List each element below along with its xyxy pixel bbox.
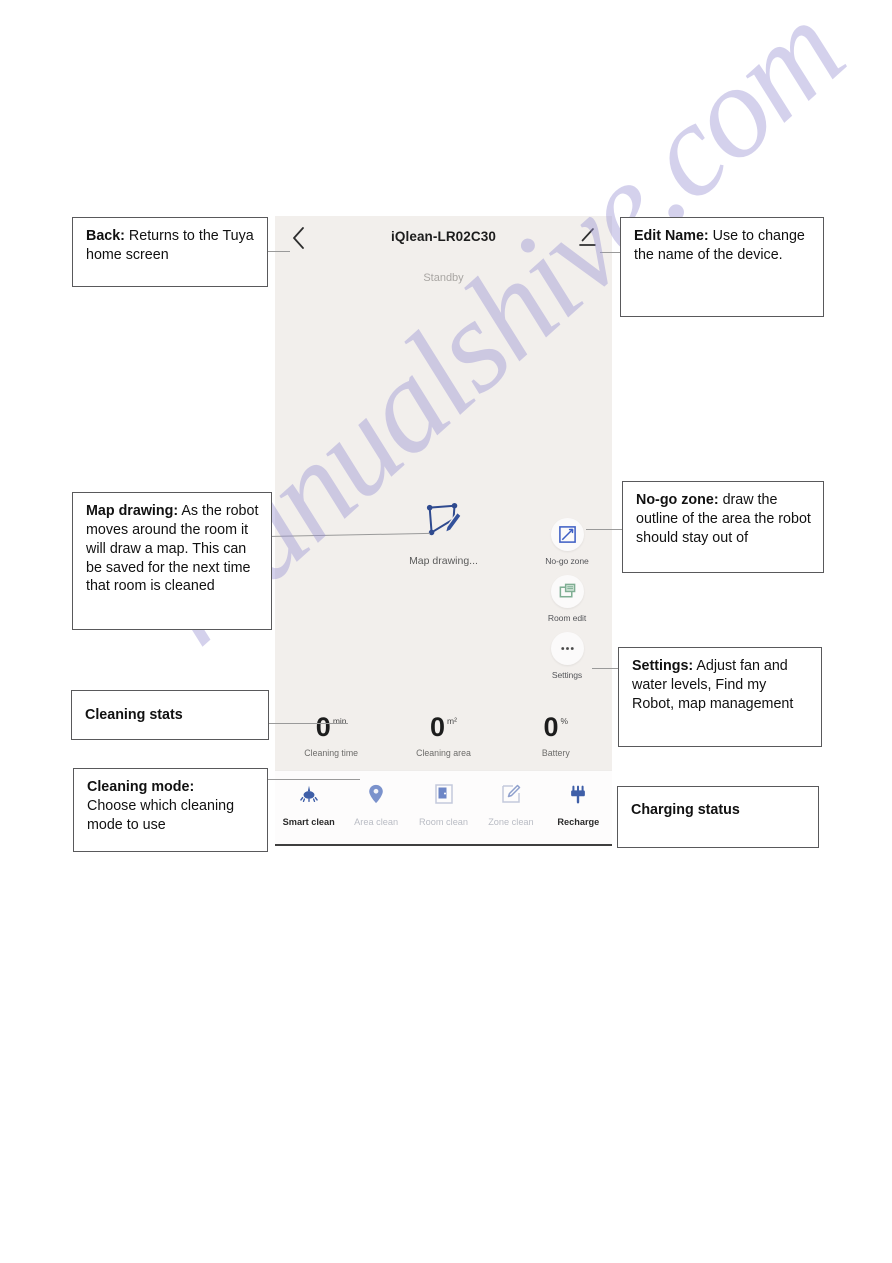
tab-zone-clean-label: Zone clean xyxy=(488,817,534,827)
settings-button[interactable] xyxy=(550,632,584,665)
callout-edit-name-title: Edit Name: xyxy=(634,228,709,244)
battery-unit: % xyxy=(560,716,569,726)
callout-back: Back: Returns to the Tuya home screen xyxy=(72,217,268,287)
settings-label: Settings xyxy=(551,670,583,680)
callout-edit-name: Edit Name: Use to change the name of the… xyxy=(620,217,824,317)
tool-settings[interactable]: Settings xyxy=(536,632,598,680)
ellipsis-icon xyxy=(560,647,574,650)
cleaning-time-caption: Cleaning time xyxy=(304,748,359,758)
no-go-zone-icon xyxy=(558,526,576,543)
tab-recharge[interactable]: Recharge xyxy=(545,781,612,827)
callout-cleaning-mode: Cleaning mode: Choose which cleaning mod… xyxy=(73,768,268,852)
phone-screen: iQlean-LR02C30 Standby Map drawing... No… xyxy=(275,216,612,846)
power-plug-icon xyxy=(545,781,612,807)
connector-back xyxy=(268,251,290,252)
app-top-bar: iQlean-LR02C30 xyxy=(275,216,612,262)
callout-cleaning-mode-body: Choose which cleaning mode to use xyxy=(87,797,235,833)
room-edit-button[interactable] xyxy=(550,575,584,608)
connector-cleaning-mode xyxy=(268,779,360,780)
cleaning-area-caption: Cleaning area xyxy=(416,748,471,758)
pencil-edit-icon xyxy=(579,228,596,246)
stat-cleaning-time: 0 min Cleaning time xyxy=(275,712,387,759)
polygon-pencil-icon xyxy=(426,502,462,536)
callout-charging-status: Charging status xyxy=(617,786,819,848)
callout-charging-status-title: Charging status xyxy=(631,802,740,818)
callout-cleaning-stats: Cleaning stats xyxy=(71,690,269,740)
tool-room-edit[interactable]: Room edit xyxy=(536,575,598,623)
callout-settings: Settings: Adjust fan and water levels, F… xyxy=(618,647,822,747)
callout-map-drawing: Map drawing: As the robot moves around t… xyxy=(72,492,272,630)
cleaning-area-value: 0 xyxy=(430,712,446,742)
side-tool-list: No-go zone Room edit Settings xyxy=(536,518,598,689)
callout-no-go-zone-title: No-go zone: xyxy=(636,492,719,508)
tab-zone-clean[interactable]: Zone clean xyxy=(477,781,544,827)
callout-no-go-zone: No-go zone: draw the outline of the area… xyxy=(622,481,824,573)
robot-vacuum-icon xyxy=(275,781,342,807)
callout-cleaning-stats-title: Cleaning stats xyxy=(85,706,183,723)
connector-cleaning-stats xyxy=(268,723,348,724)
connector-no-go-zone xyxy=(586,529,626,530)
callout-settings-title: Settings: xyxy=(632,658,694,674)
room-edit-label: Room edit xyxy=(547,613,587,623)
callout-map-drawing-title: Map drawing: xyxy=(86,503,179,519)
connector-settings xyxy=(592,668,620,669)
tab-smart-clean-label: Smart clean xyxy=(282,817,335,827)
cleaning-mode-tabbar: Smart clean Area clean Room clean Zone c… xyxy=(275,770,612,846)
tab-room-clean-label: Room clean xyxy=(419,817,469,827)
callout-cleaning-mode-title: Cleaning mode: xyxy=(87,779,195,795)
tab-recharge-label: Recharge xyxy=(557,817,600,827)
tab-area-clean[interactable]: Area clean xyxy=(342,781,409,827)
tab-smart-clean[interactable]: Smart clean xyxy=(275,781,342,827)
connector-edit-name xyxy=(600,252,622,253)
cleaning-area-unit: m² xyxy=(447,716,457,726)
battery-caption: Battery xyxy=(541,748,570,758)
edit-name-button[interactable] xyxy=(576,226,600,250)
device-status: Standby xyxy=(423,272,464,284)
tool-no-go-zone[interactable]: No-go zone xyxy=(536,518,598,566)
map-pin-icon xyxy=(342,781,409,807)
battery-value: 0 xyxy=(543,712,559,742)
room-edit-icon xyxy=(559,583,575,598)
room-document-icon xyxy=(410,781,477,807)
no-go-zone-button[interactable] xyxy=(550,518,584,551)
no-go-zone-label: No-go zone xyxy=(545,556,589,566)
cleaning-time-unit: min xyxy=(332,716,347,726)
stat-cleaning-area: 0 m² Cleaning area xyxy=(387,712,499,759)
zone-square-pencil-icon xyxy=(477,781,544,807)
stat-battery: 0 % Battery xyxy=(500,712,612,759)
device-title: iQlean-LR02C30 xyxy=(391,229,496,244)
cleaning-time-value: 0 xyxy=(315,712,331,742)
tab-area-clean-label: Area clean xyxy=(354,817,399,827)
cleaning-stats-row: 0 min Cleaning time 0 m² Cleaning area 0… xyxy=(275,712,612,759)
callout-back-title: Back: xyxy=(86,228,125,244)
tab-room-clean[interactable]: Room clean xyxy=(410,781,477,827)
